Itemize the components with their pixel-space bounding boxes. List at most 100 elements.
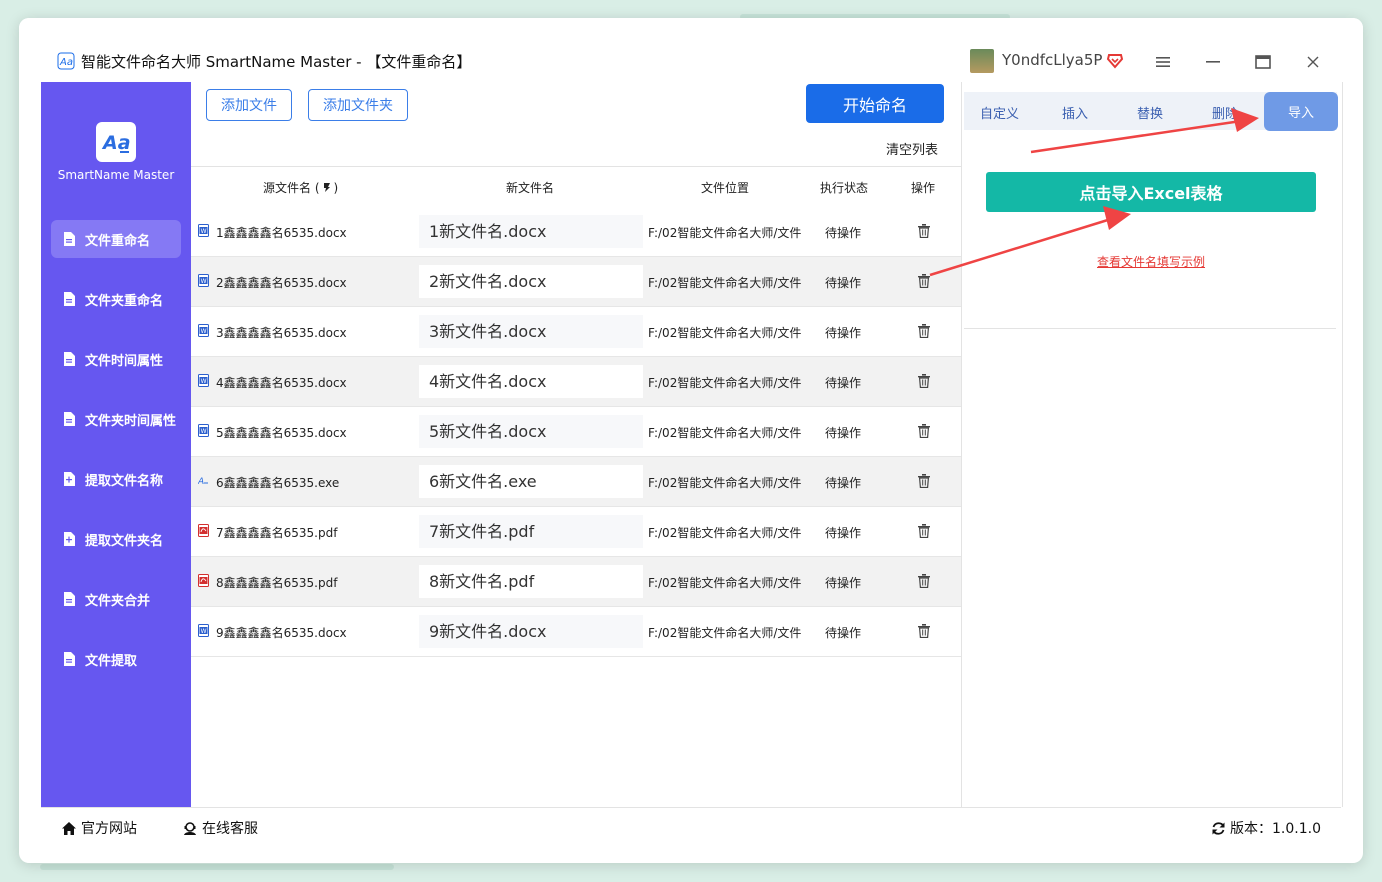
- vip-diamond-icon[interactable]: [1106, 51, 1124, 69]
- sort-icon[interactable]: [322, 182, 332, 193]
- sidebar-item-extract-filename[interactable]: 提取文件名称: [51, 460, 181, 498]
- menu-icon[interactable]: [1149, 48, 1177, 76]
- column-status-header: 执行状态: [820, 181, 869, 195]
- word-file-icon: W: [198, 224, 209, 237]
- new-filename-field[interactable]: 1新文件名.docx: [419, 215, 643, 248]
- trash-icon[interactable]: [918, 524, 930, 538]
- file-location: F:/02智能文件命名大师/文件: [648, 376, 802, 390]
- import-excel-button[interactable]: 点击导入Excel表格: [986, 172, 1316, 212]
- sidebar-logo-text: SmartName Master: [57, 168, 175, 182]
- username[interactable]: Y0ndfcLlya5P: [1002, 51, 1102, 69]
- source-filename: 5鑫鑫鑫鑫名6535.docx: [216, 426, 347, 440]
- close-icon[interactable]: [1299, 48, 1327, 76]
- svg-text:A: A: [198, 477, 204, 487]
- sidebar-item-folder-rename[interactable]: 文件夹重命名: [51, 280, 181, 318]
- table-row[interactable]: W 3鑫鑫鑫鑫名6535.docx 3新文件名.docx F:/02智能文件命名…: [191, 307, 961, 357]
- new-filename-field[interactable]: 5新文件名.docx: [419, 415, 643, 448]
- background-stripe: [40, 864, 394, 870]
- tab-replace[interactable]: 替换: [1137, 103, 1163, 122]
- trash-icon[interactable]: [918, 274, 930, 288]
- maximize-icon[interactable]: [1249, 48, 1277, 76]
- new-filename-field[interactable]: 2新文件名.docx: [419, 265, 643, 298]
- document-icon: [64, 592, 75, 606]
- sidebar-item-label: 文件夹合并: [85, 593, 151, 609]
- trash-icon[interactable]: [918, 324, 930, 338]
- add-file-button[interactable]: 添加文件: [206, 89, 292, 121]
- trash-icon[interactable]: [918, 474, 930, 488]
- start-rename-button[interactable]: 开始命名: [806, 84, 944, 123]
- app-logo-icon: Aa: [57, 52, 75, 70]
- filename-example-link[interactable]: 查看文件名填写示例: [1097, 253, 1205, 270]
- file-location: F:/02智能文件命名大师/文件: [648, 226, 802, 240]
- table-row[interactable]: W 5鑫鑫鑫鑫名6535.docx 5新文件名.docx F:/02智能文件命名…: [191, 407, 961, 457]
- sidebar-item-label: 文件时间属性: [85, 353, 164, 369]
- sidebar-item-folder-time[interactable]: 文件夹时间属性: [51, 400, 181, 438]
- trash-icon[interactable]: [918, 374, 930, 388]
- tab-custom[interactable]: 自定义: [980, 103, 1019, 122]
- status-text: 待操作: [825, 626, 862, 640]
- svg-text:W: W: [201, 628, 207, 635]
- table-row[interactable]: W 4鑫鑫鑫鑫名6535.docx 4新文件名.docx F:/02智能文件命名…: [191, 357, 961, 407]
- sidebar-item-folder-merge[interactable]: 文件夹合并: [51, 580, 181, 618]
- table-row[interactable]: W 1鑫鑫鑫鑫名6535.docx 1新文件名.docx F:/02智能文件命名…: [191, 207, 961, 257]
- column-source-label-suffix: ): [333, 180, 339, 195]
- sidebar-item-file-time[interactable]: 文件时间属性: [51, 340, 181, 378]
- document-icon: [64, 532, 75, 546]
- title-bar: Aa 智能文件命名大师 SmartName Master - 【文件重命名】 Y…: [19, 18, 1363, 82]
- sidebar-item-file-rename[interactable]: 文件重命名: [51, 220, 181, 258]
- source-filename: 6鑫鑫鑫鑫名6535.exe: [216, 476, 340, 490]
- document-icon: [64, 232, 75, 246]
- new-filename-field[interactable]: 9新文件名.docx: [419, 615, 643, 648]
- trash-icon[interactable]: [918, 574, 930, 588]
- table-row[interactable]: W 2鑫鑫鑫鑫名6535.docx 2新文件名.docx F:/02智能文件命名…: [191, 257, 961, 307]
- tab-delete[interactable]: 删除: [1212, 103, 1238, 122]
- trash-icon[interactable]: [918, 224, 930, 238]
- source-filename: 4鑫鑫鑫鑫名6535.docx: [216, 376, 347, 390]
- sidebar-item-file-extract[interactable]: 文件提取: [51, 640, 181, 678]
- app-logo-icon: Aa: [101, 132, 131, 154]
- table-row[interactable]: A 6鑫鑫鑫鑫名6535.exe 6新文件名.exe F:/02智能文件命名大师…: [191, 457, 961, 507]
- new-filename-field[interactable]: 3新文件名.docx: [419, 315, 643, 348]
- status-text: 待操作: [825, 426, 862, 440]
- pdf-file-icon: [198, 574, 209, 587]
- table-row[interactable]: 7鑫鑫鑫鑫名6535.pdf 7新文件名.pdf F:/02智能文件命名大师/文…: [191, 507, 961, 557]
- column-new-name-header: 新文件名: [506, 181, 555, 195]
- minimize-icon[interactable]: [1199, 48, 1227, 76]
- trash-icon[interactable]: [918, 624, 930, 638]
- tab-insert[interactable]: 插入: [1062, 103, 1088, 122]
- sidebar-item-extract-foldername[interactable]: 提取文件夹名: [51, 520, 181, 558]
- sidebar-item-label: 文件夹时间属性: [85, 413, 177, 429]
- sidebar-item-label: 文件重命名: [85, 233, 151, 249]
- add-folder-button[interactable]: 添加文件夹: [308, 89, 408, 121]
- clear-list-link[interactable]: 清空列表: [886, 139, 938, 158]
- file-location: F:/02智能文件命名大师/文件: [648, 276, 802, 290]
- window-title: 智能文件命名大师 SmartName Master - 【文件重命名】: [81, 53, 472, 71]
- official-website-label: 官方网站: [81, 821, 137, 837]
- svg-text:Aa: Aa: [101, 132, 131, 154]
- online-support-link[interactable]: 在线客服: [182, 818, 258, 838]
- new-filename-field[interactable]: 7新文件名.pdf: [419, 515, 643, 548]
- table-row[interactable]: 8鑫鑫鑫鑫名6535.pdf 8新文件名.pdf F:/02智能文件命名大师/文…: [191, 557, 961, 607]
- table-row[interactable]: W 9鑫鑫鑫鑫名6535.docx 9新文件名.docx F:/02智能文件命名…: [191, 607, 961, 657]
- new-filename-field[interactable]: 8新文件名.pdf: [419, 565, 643, 598]
- new-filename-field[interactable]: 6新文件名.exe: [419, 465, 643, 498]
- table-header: 源文件名 ( ) 新文件名 文件位置 执行状态 操作: [191, 166, 961, 208]
- version-info[interactable]: 版本：1.0.1.0: [1211, 818, 1321, 838]
- svg-text:W: W: [201, 328, 207, 335]
- svg-text:Aa: Aa: [59, 57, 73, 68]
- tab-import[interactable]: 导入: [1264, 92, 1338, 131]
- word-file-icon: W: [198, 374, 209, 387]
- exe-file-icon: A: [198, 477, 208, 487]
- official-website-link[interactable]: 官方网站: [61, 818, 137, 838]
- sidebar: Aa SmartName Master 文件重命名 文件夹重命名 文件时间属性 …: [41, 82, 191, 807]
- word-file-icon: W: [198, 624, 209, 637]
- trash-icon[interactable]: [918, 424, 930, 438]
- divider: [964, 328, 1336, 329]
- avatar[interactable]: [970, 49, 994, 73]
- file-location: F:/02智能文件命名大师/文件: [648, 326, 802, 340]
- status-text: 待操作: [825, 576, 862, 590]
- sidebar-logo: Aa: [96, 122, 136, 162]
- column-source-header[interactable]: 源文件名 ( ): [263, 179, 338, 196]
- new-filename-field[interactable]: 4新文件名.docx: [419, 365, 643, 398]
- word-file-icon: W: [198, 424, 209, 437]
